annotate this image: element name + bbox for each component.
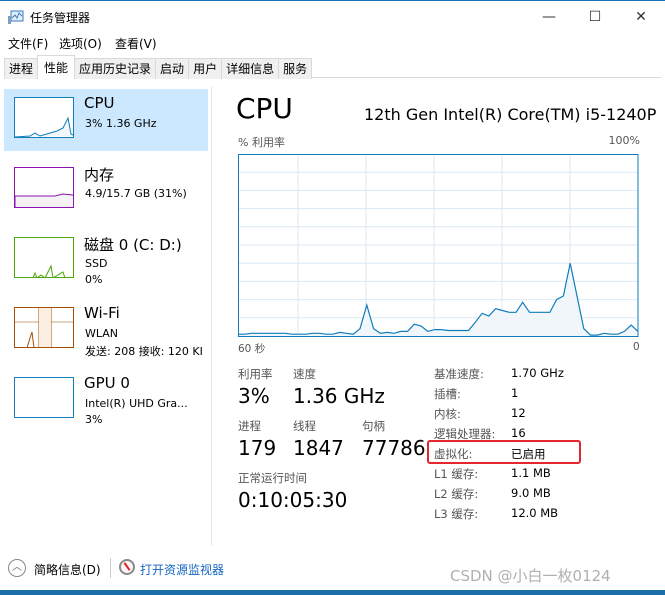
sidebar-item-title: CPU bbox=[84, 94, 115, 112]
menu-options[interactable]: 选项(O) bbox=[59, 35, 102, 52]
task-manager-icon bbox=[8, 10, 24, 24]
sidebar-item-wifi[interactable]: Wi-Fi WLAN 发送: 208 接收: 120 KI bbox=[4, 299, 208, 361]
spec-value: 12 bbox=[511, 406, 526, 420]
chevron-up-icon[interactable]: ︿ bbox=[8, 559, 26, 577]
cpu-chart bbox=[238, 154, 639, 337]
sidebar-item-detail: WLAN bbox=[85, 327, 119, 340]
sidebar-item-title: 磁盘 0 (C: D:) bbox=[84, 236, 182, 254]
spec-value: 9.0 MB bbox=[511, 486, 551, 500]
util-label: 利用率 bbox=[238, 367, 273, 381]
tab-processes[interactable]: 进程 bbox=[4, 58, 39, 79]
spec-label: L3 缓存: bbox=[434, 507, 479, 521]
sidebar-item-gpu[interactable]: GPU 0 Intel(R) UHD Gra... 3% bbox=[4, 369, 208, 431]
sidebar-item-detail: Intel(R) UHD Gra... bbox=[85, 397, 188, 410]
thread-value: 1847 bbox=[293, 436, 344, 460]
sidebar-item-title: GPU 0 bbox=[84, 374, 130, 392]
sidebar-item-memory[interactable]: 内存 4.9/15.7 GB (31%) bbox=[4, 159, 208, 221]
tab-services[interactable]: 服务 bbox=[278, 58, 313, 79]
sidebar-item-title: Wi-Fi bbox=[84, 304, 120, 322]
mini-graph bbox=[14, 377, 74, 418]
maximize-button[interactable]: ☐ bbox=[572, 5, 618, 29]
watermark: CSDN @小白一枚0124 bbox=[450, 567, 611, 585]
bottom-edge bbox=[0, 590, 665, 595]
cpu-model: 12th Gen Intel(R) Core(TM) i5-1240P bbox=[364, 105, 657, 124]
spec-value: 1 bbox=[511, 386, 519, 400]
tab-performance[interactable]: 性能 bbox=[37, 55, 76, 78]
uptime-value: 0:10:05:30 bbox=[238, 488, 348, 512]
spec-label: 插槽: bbox=[434, 387, 461, 401]
sidebar-item-detail: 0% bbox=[85, 273, 103, 286]
tab-details[interactable]: 详细信息 bbox=[221, 58, 280, 79]
handle-value: 77786 bbox=[362, 436, 426, 460]
speed-value: 1.36 GHz bbox=[293, 384, 385, 408]
speed-label: 速度 bbox=[293, 367, 316, 381]
mini-graph bbox=[14, 97, 74, 138]
minimize-button[interactable]: — bbox=[526, 5, 572, 29]
proc-label: 进程 bbox=[238, 419, 261, 433]
x-axis-left: 60 秒 bbox=[238, 343, 266, 355]
sidebar-item-detail: 4.9/15.7 GB (31%) bbox=[85, 187, 187, 200]
sidebar-item-cpu[interactable]: CPU 3% 1.36 GHz bbox=[4, 89, 208, 151]
resource-monitor-icon bbox=[119, 559, 135, 575]
tab-app-history[interactable]: 应用历史记录 bbox=[74, 58, 157, 79]
page-title: CPU bbox=[236, 92, 293, 125]
uptime-label: 正常运行时间 bbox=[238, 471, 307, 485]
spec-label: 内核: bbox=[434, 407, 461, 421]
open-resource-monitor-link[interactable]: 打开资源监视器 bbox=[140, 561, 224, 578]
footer-separator bbox=[110, 558, 111, 578]
mini-graph bbox=[14, 167, 74, 208]
sidebar-item-detail: 3% 1.36 GHz bbox=[85, 117, 157, 130]
sidebar-item-detail: 3% bbox=[85, 413, 103, 426]
highlight-box bbox=[427, 440, 581, 464]
tab-users[interactable]: 用户 bbox=[188, 58, 223, 79]
util-value: 3% bbox=[238, 384, 270, 408]
tab-startup[interactable]: 启动 bbox=[155, 58, 190, 79]
mini-graph bbox=[14, 307, 74, 348]
sidebar-item-detail: 发送: 208 接收: 120 KI bbox=[85, 345, 203, 358]
spec-label: L1 缓存: bbox=[434, 467, 479, 481]
spec-value: 12.0 MB bbox=[511, 506, 559, 520]
mini-graph bbox=[14, 237, 74, 278]
sidebar-item-detail: SSD bbox=[85, 257, 108, 270]
sidebar-item-title: 内存 bbox=[84, 166, 115, 184]
window-title: 任务管理器 bbox=[30, 11, 91, 25]
sidebar-item-disk[interactable]: 磁盘 0 (C: D:) SSD 0% bbox=[4, 229, 208, 291]
spec-value: 1.70 GHz bbox=[511, 366, 564, 380]
menu-file[interactable]: 文件(F) bbox=[8, 35, 48, 52]
title-bar: 任务管理器 — ☐ ✕ bbox=[0, 0, 665, 32]
handle-label: 句柄 bbox=[362, 419, 385, 433]
spec-value: 1.1 MB bbox=[511, 466, 551, 480]
thread-label: 线程 bbox=[293, 419, 316, 433]
summary-button[interactable]: 简略信息(D) bbox=[34, 561, 101, 578]
spec-label: 基准速度: bbox=[434, 367, 484, 381]
spec-value: 16 bbox=[511, 426, 526, 440]
chart-label: % 利用率 bbox=[238, 136, 285, 149]
menu-view[interactable]: 查看(V) bbox=[115, 35, 157, 52]
x-axis-right: 0 bbox=[633, 341, 640, 353]
spec-label: L2 缓存: bbox=[434, 487, 479, 501]
chart-max: 100% bbox=[608, 134, 640, 147]
proc-value: 179 bbox=[238, 436, 277, 460]
sidebar-divider bbox=[211, 86, 212, 546]
close-button[interactable]: ✕ bbox=[618, 5, 664, 29]
tab-bar: 进程 性能 应用历史记录 启动 用户 详细信息 服务 bbox=[4, 55, 661, 79]
